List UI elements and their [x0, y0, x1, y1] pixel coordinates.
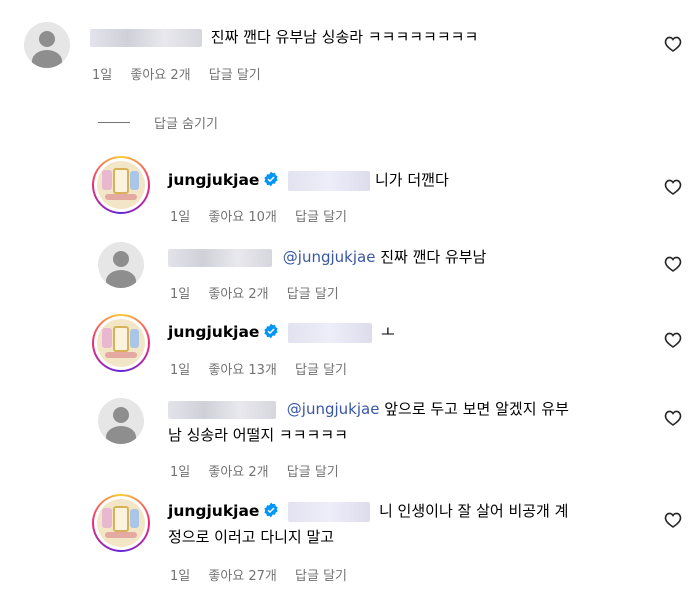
- verified-badge-icon: [264, 502, 279, 518]
- reply-text: 니가 더깬다: [374, 171, 449, 189]
- reply-time[interactable]: 1일: [170, 363, 190, 378]
- reply-button[interactable]: 답글 달기: [295, 210, 347, 225]
- comment-likes[interactable]: 좋아요 2개: [130, 68, 190, 83]
- default-avatar-icon[interactable]: [98, 242, 144, 288]
- reply-likes[interactable]: 좋아요 2개: [208, 465, 268, 480]
- reply-text: 남 싱송라 어떨지 ㅋㅋㅋㅋㅋ: [168, 426, 348, 444]
- reply-text: ㅗ: [380, 323, 395, 341]
- reply-button[interactable]: 답글 달기: [209, 68, 261, 83]
- comment-meta: 1일 좋아요 2개 답글 달기: [92, 64, 275, 83]
- reply-likes[interactable]: 좋아요 27개: [208, 569, 277, 584]
- story-avatar[interactable]: [92, 494, 150, 552]
- reply-text: 정으로 이러고 다니지 말고: [168, 528, 335, 546]
- reply-text-line: jungjukjae ㅗ: [168, 321, 395, 343]
- default-avatar-icon[interactable]: [98, 398, 144, 444]
- reply-username[interactable]: jungjukjae: [168, 323, 259, 341]
- story-avatar[interactable]: [92, 314, 150, 372]
- heart-outline-icon[interactable]: [664, 36, 682, 52]
- top-comment: 진짜 깬다 유부남 싱송라 ㅋㅋㅋㅋㅋㅋㅋㅋ 1일 좋아요 2개 답글 달기: [0, 0, 699, 100]
- reply-text-line-2: 정으로 이러고 다니지 말고: [168, 526, 334, 548]
- reply-meta: 1일 좋아요 27개 답글 달기: [170, 565, 361, 584]
- reply-meta: 1일 좋아요 2개 답글 달기: [170, 283, 353, 302]
- heart-outline-icon[interactable]: [664, 256, 682, 272]
- reply-likes[interactable]: 좋아요 10개: [208, 210, 277, 225]
- reply-button[interactable]: 답글 달기: [295, 363, 347, 378]
- reply-text: 앞으로 두고 보면 알겠지 유부: [384, 400, 569, 418]
- reply-username[interactable]: jungjukjae: [168, 502, 259, 520]
- heart-outline-icon[interactable]: [664, 410, 682, 426]
- blurred-mention[interactable]: [288, 501, 371, 522]
- verified-badge-icon: [264, 171, 279, 187]
- reply-mention[interactable]: @jungjukjae: [287, 400, 380, 418]
- reply-meta: 1일 좋아요 10개 답글 달기: [170, 206, 361, 225]
- reply-mention[interactable]: @jungjukjae: [283, 248, 376, 266]
- reply-text-line: jungjukjae 니가 더깬다: [168, 169, 449, 191]
- reply-button[interactable]: 답글 달기: [287, 465, 339, 480]
- story-avatar[interactable]: [92, 156, 150, 214]
- reply-text-line: jungjukjae 니 인생이나 잘 살어 비공개 계: [168, 500, 568, 522]
- reply-likes[interactable]: 좋아요 13개: [208, 363, 277, 378]
- comment-text: 진짜 깬다 유부남 싱송라 ㅋㅋㅋㅋㅋㅋㅋㅋ: [210, 28, 479, 46]
- heart-outline-icon[interactable]: [664, 512, 682, 528]
- default-avatar-icon[interactable]: [24, 22, 70, 68]
- comment-text-line: 진짜 깬다 유부남 싱송라 ㅋㅋㅋㅋㅋㅋㅋㅋ: [90, 26, 478, 48]
- heart-outline-icon[interactable]: [664, 179, 682, 195]
- blurred-username[interactable]: [168, 248, 272, 267]
- reply-time[interactable]: 1일: [170, 465, 190, 480]
- reply-time[interactable]: 1일: [170, 569, 190, 584]
- reply-text-line: @jungjukjae 앞으로 두고 보면 알겠지 유부: [168, 398, 569, 420]
- reply-username[interactable]: jungjukjae: [168, 171, 259, 189]
- blurred-username[interactable]: [90, 28, 202, 47]
- verified-badge-icon: [264, 323, 279, 339]
- reply-meta: 1일 좋아요 13개 답글 달기: [170, 359, 361, 378]
- reply-time[interactable]: 1일: [170, 287, 190, 302]
- reply-text: 진짜 깬다 유부남: [380, 248, 487, 266]
- reply-text: 니 인생이나 잘 살어 비공개 계: [378, 502, 569, 520]
- blurred-mention[interactable]: [288, 170, 371, 191]
- heart-outline-icon[interactable]: [664, 332, 682, 348]
- reply-button[interactable]: 답글 달기: [287, 287, 339, 302]
- reply-time[interactable]: 1일: [170, 210, 190, 225]
- hide-replies-button[interactable]: 답글 숨기기: [98, 113, 218, 132]
- reply-likes[interactable]: 좋아요 2개: [208, 287, 268, 302]
- reply-text-line: @jungjukjae 진짜 깬다 유부남: [168, 246, 486, 268]
- reply-meta: 1일 좋아요 2개 답글 달기: [170, 461, 353, 480]
- divider: [98, 122, 130, 123]
- blurred-username[interactable]: [168, 400, 276, 419]
- reply-button[interactable]: 답글 달기: [295, 569, 347, 584]
- blurred-mention[interactable]: [288, 322, 373, 343]
- comment-time[interactable]: 1일: [92, 68, 112, 83]
- reply-text-line-2: 남 싱송라 어떨지 ㅋㅋㅋㅋㅋ: [168, 424, 348, 446]
